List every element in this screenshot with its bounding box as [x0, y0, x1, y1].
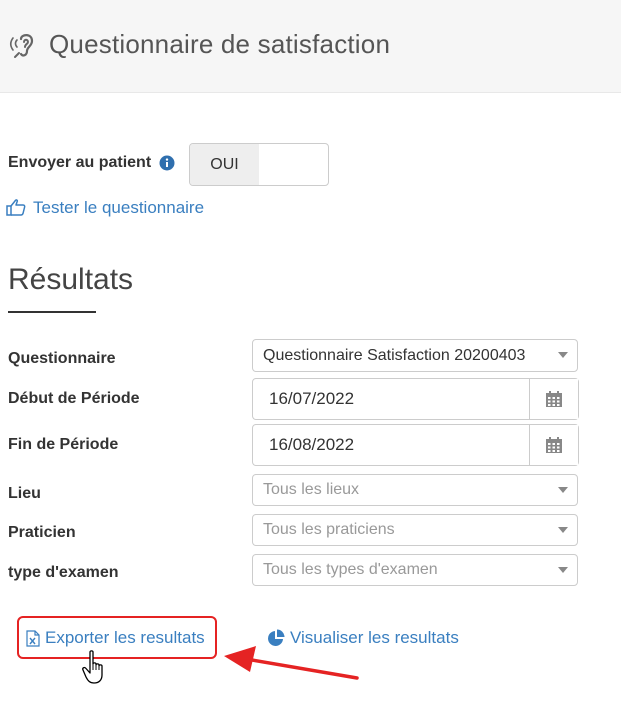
practitioner-label: Praticien — [8, 524, 76, 541]
chevron-down-icon — [558, 527, 568, 533]
start-date-field[interactable]: 16/07/2022 — [252, 378, 579, 420]
start-date-label: Début de Période — [8, 390, 140, 407]
exam-type-label: type d'examen — [8, 564, 119, 581]
chevron-down-icon — [558, 487, 568, 493]
questionnaire-select[interactable]: Questionnaire Satisfaction 20200403 — [252, 339, 578, 372]
end-date-value: 16/08/2022 — [269, 435, 355, 454]
export-results-highlight[interactable]: Exporter les resultats — [17, 616, 217, 659]
location-select-placeholder: Tous les lieux — [263, 481, 360, 498]
excel-file-icon — [26, 630, 40, 647]
exam-type-select-placeholder: Tous les types d'examen — [263, 561, 438, 578]
location-select[interactable]: Tous les lieux — [252, 474, 578, 506]
end-date-field[interactable]: 16/08/2022 — [252, 424, 579, 466]
export-results-link[interactable]: Exporter les resultats — [45, 628, 205, 648]
questionnaire-label: Questionnaire — [8, 350, 116, 367]
red-annotation-arrow — [224, 646, 359, 680]
page-header: Questionnaire de satisfaction — [0, 0, 621, 93]
start-date-value: 16/07/2022 — [269, 389, 355, 408]
thumbs-up-icon — [6, 199, 26, 216]
chevron-down-icon — [558, 352, 568, 358]
info-icon[interactable] — [159, 155, 175, 171]
end-date-label: Fin de Période — [8, 436, 119, 453]
questionnaire-select-value: Questionnaire Satisfaction 20200403 — [263, 347, 526, 364]
ear-icon — [9, 34, 34, 58]
location-label: Lieu — [8, 485, 41, 502]
toggle-on-label: OUI — [190, 144, 259, 185]
practitioner-select[interactable]: Tous les praticiens — [252, 514, 578, 546]
results-heading: Résultats — [8, 263, 134, 296]
chevron-down-icon — [558, 567, 568, 573]
hand-cursor-icon — [82, 650, 103, 684]
page-title: Questionnaire de satisfaction — [49, 29, 391, 59]
section-divider — [8, 311, 96, 313]
practitioner-select-placeholder: Tous les praticiens — [263, 521, 395, 538]
calendar-icon — [546, 437, 562, 453]
send-toggle[interactable]: OUI — [189, 143, 329, 186]
exam-type-select[interactable]: Tous les types d'examen — [252, 554, 578, 586]
calendar-icon — [546, 391, 562, 407]
start-date-calendar-button[interactable] — [529, 379, 578, 419]
test-questionnaire-link[interactable]: Tester le questionnaire — [33, 198, 204, 218]
send-to-patient-label: Envoyer au patient — [8, 154, 152, 171]
end-date-calendar-button[interactable] — [529, 425, 578, 465]
